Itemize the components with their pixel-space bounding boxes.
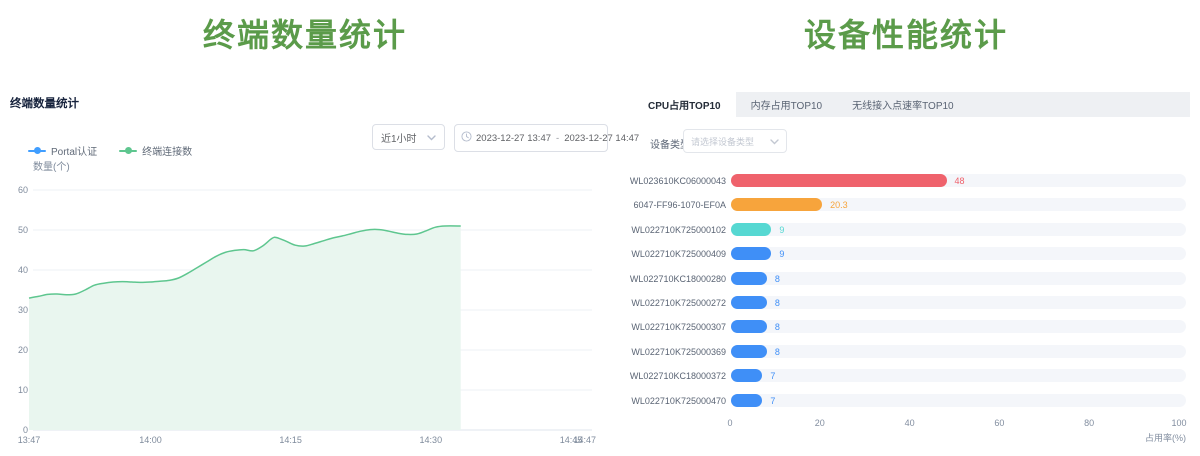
bar-track <box>731 320 1186 333</box>
bar-value-label: 8 <box>775 298 780 308</box>
legend-item-0[interactable]: Portal认证 <box>28 143 97 158</box>
bar-value-label: 9 <box>779 249 784 259</box>
bar-row-5: WL022710K725000272 8 <box>612 296 1200 309</box>
bar-track <box>731 247 1186 260</box>
y-tick: 0 <box>23 425 28 435</box>
bar-axis-label: 占用率(%) <box>1145 431 1186 444</box>
bar-category-label: WL022710K725000369 <box>631 347 726 357</box>
bar-fill <box>731 296 767 309</box>
x-tick: 14:00 <box>139 435 162 445</box>
bar-category-label: WL022710K725000102 <box>631 225 726 235</box>
bar-x-tick: 0 <box>727 418 732 428</box>
clock-icon <box>461 129 472 147</box>
y-tick: 20 <box>18 345 28 355</box>
bar-track <box>731 223 1186 236</box>
bar-row-1: 6047-FF96-1070-EF0A 20.3 <box>612 198 1200 211</box>
device-type-select[interactable]: 请选择设备类型 <box>683 129 787 153</box>
bar-fill <box>731 198 822 211</box>
bar-fill <box>731 247 771 260</box>
legend-marker-icon <box>119 147 137 154</box>
time-range-value: 近1小时 <box>381 130 417 145</box>
left-panel-title: 终端数量统计 <box>10 95 79 111</box>
bar-row-4: WL022710KC18000280 8 <box>612 272 1200 285</box>
bar-value-label: 8 <box>775 347 780 357</box>
terminal-count-panel: 终端数量统计 终端数量统计 Portal认证 终端连接数 近1小时 2023-1… <box>0 0 610 456</box>
bar-track <box>731 296 1186 309</box>
bar-value-label: 8 <box>775 322 780 332</box>
legend-marker-icon <box>28 147 46 154</box>
bar-row-6: WL022710K725000307 8 <box>612 320 1200 333</box>
bar-value-label: 8 <box>775 274 780 284</box>
terminal-count-chart: 数量(个) 0 10 20 30 40 50 60 13:47 14:00 14:15 14:30 14… <box>0 160 610 456</box>
bar-value-label: 48 <box>955 176 965 186</box>
bar-fill <box>731 174 947 187</box>
bar-category-label: WL023610KC06000043 <box>630 176 726 186</box>
date-range-start: 2023-12-27 13:47 <box>476 133 551 144</box>
legend-label: Portal认证 <box>51 143 97 158</box>
bar-row-2: WL022710K725000102 9 <box>612 223 1200 236</box>
bar-row-9: WL022710K725000470 7 <box>612 394 1200 407</box>
left-heading: 终端数量统计 <box>0 10 610 56</box>
bar-fill <box>731 272 767 285</box>
chevron-down-icon <box>427 128 436 146</box>
bar-x-tick: 80 <box>1084 418 1094 428</box>
device-type-placeholder: 请选择设备类型 <box>691 135 754 148</box>
bar-category-label: WL022710KC18000280 <box>630 274 726 284</box>
bar-fill <box>731 369 762 382</box>
x-tick: 14:30 <box>420 435 443 445</box>
bar-track <box>731 394 1186 407</box>
right-heading: 设备性能统计 <box>612 10 1200 56</box>
bar-fill <box>731 394 762 407</box>
bar-value-label: 7 <box>770 371 775 381</box>
bar-x-tick: 60 <box>994 418 1004 428</box>
series-area-fill <box>29 226 461 430</box>
device-performance-panel: 设备性能统计 CPU占用TOP10内存占用TOP10无线接入点速率TOP10 设… <box>612 0 1200 456</box>
y-tick: 30 <box>18 305 28 315</box>
bar-category-label: WL022710KC18000372 <box>630 371 726 381</box>
bar-category-label: WL022710K725000409 <box>631 249 726 259</box>
bar-value-label: 7 <box>770 396 775 406</box>
date-range-separator: - <box>556 133 559 144</box>
bar-category-label: WL022710K725000272 <box>631 298 726 308</box>
y-tick: 10 <box>18 385 28 395</box>
bar-fill <box>731 345 767 358</box>
chevron-down-icon <box>770 132 779 150</box>
chart-legend: Portal认证 终端连接数 <box>28 143 192 158</box>
bar-value-label: 9 <box>779 225 784 235</box>
legend-item-1[interactable]: 终端连接数 <box>119 143 192 158</box>
y-tick: 40 <box>18 265 28 275</box>
bar-row-8: WL022710KC18000372 7 <box>612 369 1200 382</box>
x-tick: 13:47 <box>18 435 41 445</box>
bar-fill <box>731 320 767 333</box>
tab-1[interactable]: 内存占用TOP10 <box>736 92 838 117</box>
y-tick: 60 <box>18 185 28 195</box>
tab-0[interactable]: CPU占用TOP10 <box>633 92 736 117</box>
tab-bar: CPU占用TOP10内存占用TOP10无线接入点速率TOP10 <box>633 92 1190 117</box>
x-tick: 14:47 <box>573 435 596 445</box>
tab-2[interactable]: 无线接入点速率TOP10 <box>837 92 969 117</box>
bar-category-label: WL022710K725000470 <box>631 396 726 406</box>
bar-row-0: WL023610KC06000043 48 <box>612 174 1200 187</box>
x-tick: 14:15 <box>279 435 302 445</box>
time-range-select[interactable]: 近1小时 <box>372 124 445 150</box>
bar-track <box>731 272 1186 285</box>
bar-row-3: WL022710K725000409 9 <box>612 247 1200 260</box>
bar-x-tick: 100 <box>1171 418 1186 428</box>
bar-row-7: WL022710K725000369 8 <box>612 345 1200 358</box>
date-range-picker[interactable]: 2023-12-27 13:47 - 2023-12-27 14:47 <box>454 124 608 152</box>
bar-category-label: 6047-FF96-1070-EF0A <box>633 200 726 210</box>
bar-x-tick: 20 <box>815 418 825 428</box>
legend-label: 终端连接数 <box>142 143 192 158</box>
bar-track <box>731 345 1186 358</box>
bar-fill <box>731 223 771 236</box>
y-tick: 50 <box>18 225 28 235</box>
bar-track <box>731 369 1186 382</box>
dashboard: 终端数量统计 终端数量统计 Portal认证 终端连接数 近1小时 2023-1… <box>0 0 1200 456</box>
bar-x-tick: 40 <box>905 418 915 428</box>
y-axis-title: 数量(个) <box>33 160 70 173</box>
bar-value-label: 20.3 <box>830 200 848 210</box>
bar-category-label: WL022710K725000307 <box>631 322 726 332</box>
